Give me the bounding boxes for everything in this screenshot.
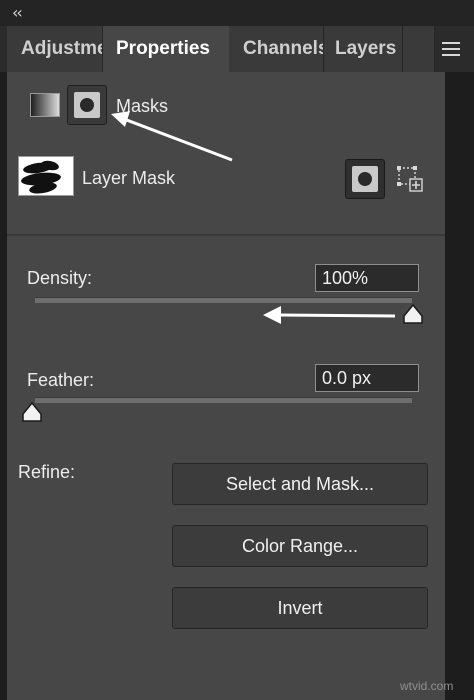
annotation-arrow-density <box>263 306 396 324</box>
annotation-arrow-masks <box>111 111 233 162</box>
annotation-arrows <box>111 111 396 324</box>
watermark-text: wtvid.com <box>400 679 454 693</box>
